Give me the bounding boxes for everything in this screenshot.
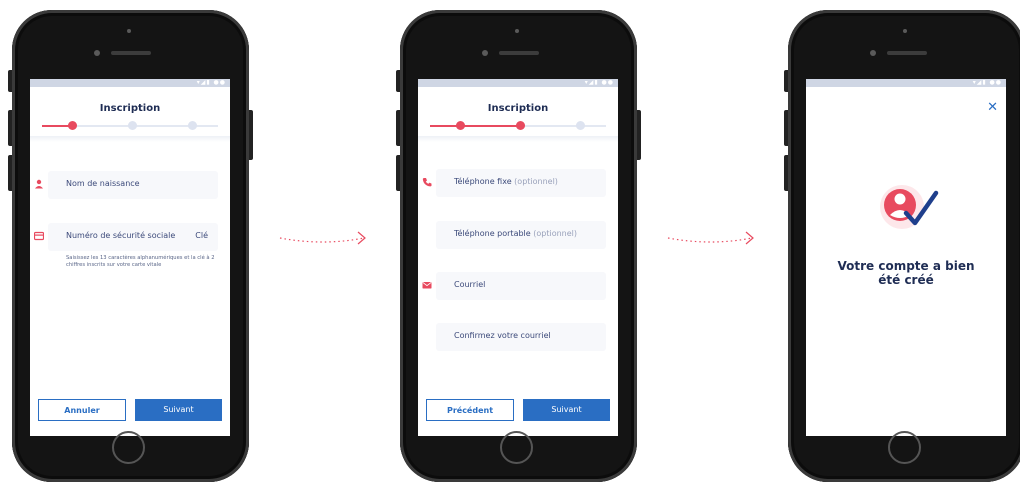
mobile-label-text: Téléphone portable (454, 229, 531, 238)
earpiece-speaker (887, 51, 927, 55)
header-divider (30, 136, 230, 142)
person-icon (35, 179, 43, 189)
cancel-button[interactable]: Annuler (38, 399, 126, 421)
success-message-line-1: Votre compte a bien (837, 259, 975, 273)
account-check-icon (880, 185, 939, 229)
header-divider (418, 136, 618, 142)
mobile-phone-field[interactable]: Téléphone portable (optionnel) (436, 221, 606, 249)
mail-icon (422, 282, 432, 289)
next-button[interactable]: Suivant (523, 399, 610, 421)
sensor (515, 29, 519, 33)
birth-name-label: Nom de naissance (66, 179, 140, 188)
ssn-help-text: Saisissez les 13 caractères alphanumériq… (66, 255, 215, 268)
sensor (127, 29, 131, 33)
volume-down-button (8, 155, 12, 191)
ssn-field[interactable]: Numéro de sécurité sociale Clé (34, 223, 218, 251)
landline-phone-field[interactable]: Téléphone fixe (optionnel) (422, 169, 606, 197)
mobile-phone-label: Téléphone portable (optionnel) (454, 229, 577, 238)
volume-up-button (396, 110, 400, 146)
status-bar: ▾◢▮ ●● (418, 79, 618, 87)
earpiece-speaker (111, 51, 151, 55)
next-button[interactable]: Suivant (135, 399, 222, 421)
flow-arrow-2 (667, 231, 754, 245)
volume-up-button (8, 110, 12, 146)
landline-phone-label: Téléphone fixe (optionnel) (454, 177, 558, 186)
email-field[interactable]: Courriel (422, 272, 606, 300)
progress-stepper (430, 116, 606, 136)
close-icon[interactable]: ✕ (987, 101, 998, 114)
earpiece-speaker (499, 51, 539, 55)
status-bar: ▾◢▮ ●● (30, 79, 230, 87)
status-icons: ▾◢▮ ●● (196, 79, 226, 86)
step-dot-3 (188, 121, 197, 130)
volume-up-button (784, 110, 788, 146)
optional-hint: (optionnel) (533, 229, 578, 238)
page-title: Inscription (99, 103, 161, 114)
success-message-line-2: été créé (878, 273, 934, 287)
landline-label-text: Téléphone fixe (454, 177, 512, 186)
step-dot-2 (128, 121, 137, 130)
phone-frame-1: ▾◢▮ ●● Inscription Nom de naissance Numé… (8, 10, 253, 482)
front-camera (870, 50, 876, 56)
email-label: Courriel (454, 280, 486, 289)
mute-switch (396, 70, 400, 92)
birth-name-field[interactable]: Nom de naissance (35, 171, 218, 199)
email-confirm-field[interactable]: Confirmez votre courriel (436, 323, 606, 351)
step-dot-3 (576, 121, 585, 130)
home-button[interactable] (112, 431, 145, 464)
previous-button[interactable]: Précédent (426, 399, 514, 421)
power-button (249, 110, 253, 160)
screen-registration-step-2: ▾◢▮ ●● Inscription Téléphone fixe (optio… (418, 79, 618, 436)
flow-arrow-1 (279, 231, 366, 245)
step-dot-1 (456, 121, 465, 130)
sensor (903, 29, 907, 33)
progress-stepper (42, 116, 218, 136)
ssn-label: Numéro de sécurité sociale (66, 231, 176, 240)
page-title: Inscription (487, 103, 549, 114)
step-dot-1 (68, 121, 77, 130)
screen-registration-step-1: ▾◢▮ ●● Inscription Nom de naissance Numé… (30, 79, 230, 436)
stepper-line-active (430, 125, 520, 127)
step-dot-2 (516, 121, 525, 130)
phone-frame-2: ▾◢▮ ●● Inscription Téléphone fixe (optio… (396, 10, 641, 482)
optional-hint: (optionnel) (514, 177, 558, 186)
mute-switch (784, 70, 788, 92)
home-button[interactable] (500, 431, 533, 464)
home-button[interactable] (888, 431, 921, 464)
screen-account-created: ▾◢▮ ●● ✕ Votre compte a bien été créé (806, 79, 1006, 436)
status-icons: ▾◢▮ ●● (584, 79, 614, 86)
stepper-line-inactive (520, 125, 606, 127)
phone-frame-3: ▾◢▮ ●● ✕ Votre compte a bien été créé (784, 10, 1020, 482)
volume-down-button (396, 155, 400, 191)
status-icons: ▾◢▮ ●● (972, 79, 1002, 86)
email-confirm-label: Confirmez votre courriel (454, 331, 551, 340)
power-button (637, 110, 641, 160)
status-bar: ▾◢▮ ●● (806, 79, 1006, 87)
front-camera (482, 50, 488, 56)
ssn-key-label: Clé (195, 231, 208, 240)
phone-icon (422, 178, 432, 187)
success-message: Votre compte a bien été créé (806, 259, 1006, 287)
front-camera (94, 50, 100, 56)
card-icon (34, 231, 44, 241)
volume-down-button (784, 155, 788, 191)
mute-switch (8, 70, 12, 92)
